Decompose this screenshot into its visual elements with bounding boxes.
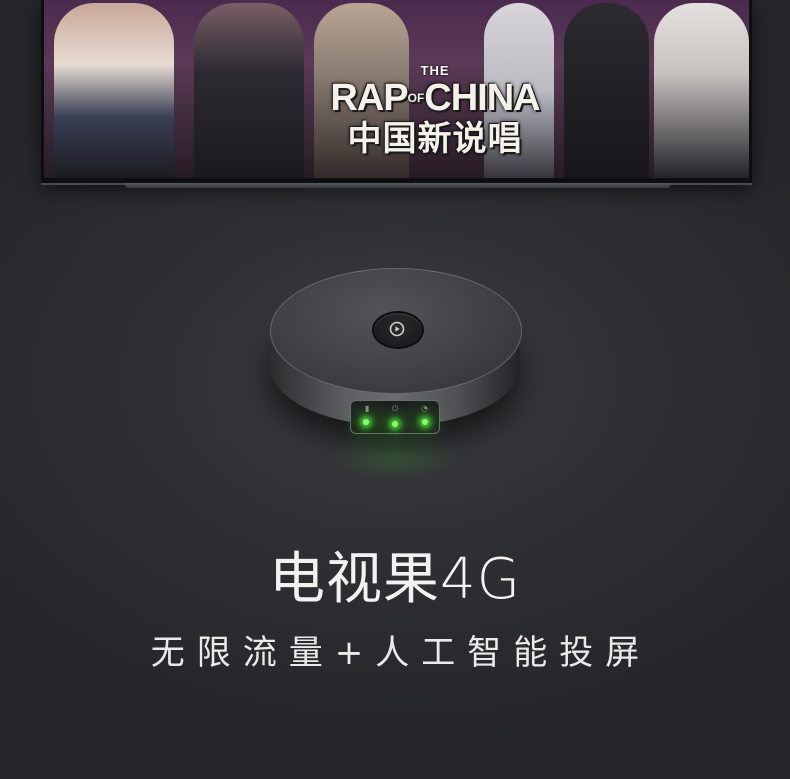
performer-figure [564, 3, 649, 178]
play-icon [389, 321, 405, 337]
tv-frame: THE RAPOFCHINA 中国新说唱 [41, 0, 752, 185]
product-title: 电视果4G [268, 547, 522, 612]
power-icon: ⏻ [392, 404, 399, 413]
logo-rap-of-china: RAPOFCHINA [322, 78, 548, 118]
logo-the-text: THE [420, 63, 450, 78]
tv-bottom-bar [125, 183, 670, 188]
wifi-icon: ◔ [421, 404, 428, 413]
performer-figure [194, 3, 304, 178]
performer-figure [54, 3, 174, 178]
logo-china-text: CHINA [424, 77, 540, 119]
status-led [363, 419, 369, 425]
performer-figure [654, 3, 749, 178]
signal-icon: ▮ [365, 404, 370, 413]
device-top [270, 268, 522, 394]
status-led [422, 419, 428, 425]
logo-chinese-text: 中国新说唱 [347, 119, 523, 159]
tv-box-device: ▮ ⏻ ◔ [268, 268, 522, 438]
logo-rap-text: RAP [330, 77, 408, 119]
tv-screen: THE RAPOFCHINA 中国新说唱 [44, 0, 749, 178]
status-led-panel: ▮ ⏻ ◔ [350, 400, 440, 434]
logo-of-text: OF [407, 91, 425, 105]
product-subtitle: 无限流量+人工智能投屏 [150, 633, 652, 673]
show-logo: THE RAPOFCHINA 中国新说唱 [322, 64, 548, 174]
device-play-button [372, 311, 424, 349]
status-led [392, 421, 398, 427]
